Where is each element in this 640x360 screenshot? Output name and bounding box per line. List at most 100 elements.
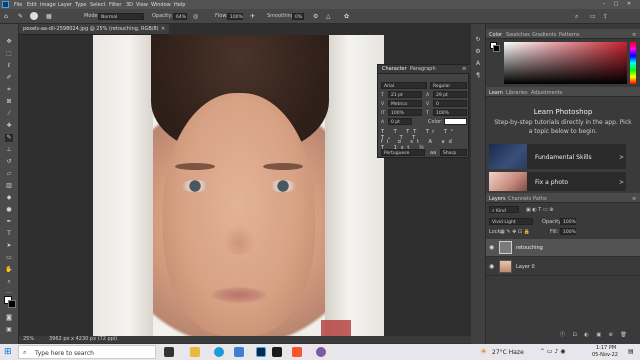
angle-icon[interactable]: △ bbox=[326, 13, 331, 20]
pen-tool-icon[interactable]: ✒ bbox=[5, 218, 13, 226]
workspace-icon[interactable]: ▭ bbox=[590, 13, 596, 20]
tab-swatches[interactable]: Swatches bbox=[506, 32, 530, 38]
menu-file[interactable]: File bbox=[14, 2, 22, 8]
language-select[interactable]: Portuguese bbox=[381, 149, 425, 156]
tab-patterns[interactable]: Patterns bbox=[559, 32, 580, 38]
home-icon[interactable]: ⌂ bbox=[4, 13, 8, 20]
background-swatch[interactable] bbox=[493, 45, 500, 52]
taskbar-search-box[interactable]: ⌕ Type here to search bbox=[18, 345, 156, 359]
baseline-shift-field[interactable]: 0 pt bbox=[388, 118, 412, 125]
tab-libraries[interactable]: Libraries bbox=[506, 90, 528, 96]
airbrush-icon[interactable]: ✈ bbox=[250, 13, 255, 20]
tab-close-icon[interactable]: ✕ bbox=[161, 27, 165, 32]
tab-color[interactable]: Color bbox=[489, 32, 502, 38]
menu-help[interactable]: Help bbox=[174, 2, 185, 8]
eyedropper-tool-icon[interactable]: ⁄ bbox=[5, 110, 13, 118]
blur-tool-icon[interactable]: ◆ bbox=[5, 194, 13, 202]
quick-select-tool-icon[interactable]: ✐ bbox=[5, 74, 13, 82]
close-icon[interactable]: ✕ bbox=[626, 1, 632, 7]
font-size-field[interactable]: 21 pt bbox=[388, 91, 422, 98]
brush-tool-icon[interactable]: ✎ bbox=[18, 13, 23, 20]
lock-icons[interactable]: ▦ ✎ ✥ ⊡ 🔒 bbox=[500, 230, 530, 235]
frame-tool-icon[interactable]: ⊠ bbox=[5, 98, 13, 106]
anti-alias-select[interactable]: Sharp bbox=[440, 149, 467, 156]
minimize-icon[interactable]: – bbox=[601, 1, 607, 7]
panel-menu-icon[interactable]: ≡ bbox=[632, 32, 636, 38]
tab-paths[interactable]: Paths bbox=[533, 196, 547, 202]
crop-tool-icon[interactable]: ⌗ bbox=[5, 86, 13, 94]
marquee-tool-icon[interactable]: ⬚ bbox=[5, 50, 13, 58]
healing-brush-tool-icon[interactable]: ✚ bbox=[5, 122, 13, 130]
horizontal-scale-field[interactable]: 100% bbox=[433, 109, 467, 116]
panel-menu-icon[interactable]: ≡ bbox=[632, 196, 636, 202]
quick-mask-icon[interactable]: ◙ bbox=[5, 314, 13, 322]
move-tool-icon[interactable]: ✥ bbox=[5, 38, 13, 46]
font-style-select[interactable]: Regular bbox=[430, 82, 467, 89]
tab-character[interactable]: Character bbox=[382, 67, 407, 72]
menu-image[interactable]: Image bbox=[40, 2, 56, 8]
visibility-eye-icon[interactable]: ◉ bbox=[489, 263, 494, 270]
notification-icon[interactable]: ▤ bbox=[628, 348, 634, 355]
menu-view[interactable]: View bbox=[136, 2, 148, 8]
brush-settings-icon[interactable]: ▦ bbox=[46, 13, 52, 20]
edge-icon[interactable] bbox=[214, 347, 224, 357]
pressure-opacity-icon[interactable]: ◎ bbox=[193, 13, 198, 20]
layers-footer-icons[interactable]: ⓕ ⊡ ◐ ▣ ⊕ 🗑 bbox=[560, 333, 630, 338]
brave-icon[interactable] bbox=[292, 347, 302, 357]
photo-canvas[interactable] bbox=[93, 35, 384, 336]
menu-edit[interactable]: Edit bbox=[27, 2, 37, 8]
document-tab[interactable]: pexels-aa-dil-2598024.jpg @ 25% (retouch… bbox=[19, 24, 169, 35]
zoom-level[interactable]: 25% bbox=[23, 337, 34, 342]
app-icon[interactable] bbox=[272, 347, 282, 357]
photoshop-taskbar-icon[interactable] bbox=[256, 347, 266, 357]
tab-layers[interactable]: Layers bbox=[489, 196, 506, 202]
opacity-field[interactable]: 64% bbox=[173, 13, 187, 20]
menu-type[interactable]: Type bbox=[75, 2, 86, 8]
clone-stamp-tool-icon[interactable]: ⊥ bbox=[5, 146, 13, 154]
menu-window[interactable]: Window bbox=[151, 2, 171, 8]
learn-card-fundamental-skills[interactable]: Fundamental Skills > bbox=[489, 144, 626, 169]
layer-row-retouching[interactable]: ◉ retouching bbox=[486, 239, 640, 257]
menu-3d[interactable]: 3D bbox=[126, 2, 133, 8]
kerning-field[interactable]: Metrics bbox=[388, 100, 422, 107]
eraser-tool-icon[interactable]: ▱ bbox=[5, 170, 13, 178]
brush-tool-icon[interactable]: ✎ bbox=[5, 134, 13, 142]
color-picker-field[interactable] bbox=[504, 42, 627, 84]
rectangle-tool-icon[interactable]: ▭ bbox=[5, 254, 13, 262]
task-view-icon[interactable] bbox=[164, 347, 174, 357]
share-icon[interactable]: ⇪ bbox=[603, 13, 608, 20]
character-panel-icon[interactable]: A bbox=[474, 60, 482, 68]
smoothing-field[interactable]: 0% bbox=[292, 13, 304, 20]
app-icon-2[interactable] bbox=[316, 347, 326, 357]
weather-icon[interactable]: ☀ bbox=[480, 347, 487, 356]
history-panel-icon[interactable]: ↻ bbox=[474, 36, 482, 44]
tab-channels[interactable]: Channels bbox=[508, 196, 531, 202]
zoom-tool-icon[interactable]: ⌕ bbox=[5, 278, 13, 286]
layer-opacity-field[interactable]: 100% bbox=[560, 218, 576, 225]
search-icon[interactable]: ⌕ bbox=[575, 13, 578, 21]
dodge-tool-icon[interactable]: ● bbox=[5, 206, 13, 214]
leading-field[interactable]: 29 pt bbox=[433, 91, 467, 98]
tab-learn[interactable]: Learn bbox=[489, 90, 503, 96]
maximize-icon[interactable]: □ bbox=[613, 1, 619, 7]
text-color-swatch[interactable] bbox=[444, 118, 467, 125]
flow-field[interactable]: 100% bbox=[227, 13, 243, 20]
tab-adjustments[interactable]: Adjustments bbox=[531, 90, 562, 96]
weather-text[interactable]: 27°C Haze bbox=[492, 349, 524, 356]
smoothing-options-icon[interactable]: ⚙ bbox=[313, 13, 318, 20]
properties-panel-icon[interactable]: ⚙ bbox=[474, 48, 482, 56]
tracking-field[interactable]: 0 bbox=[433, 100, 467, 107]
visibility-eye-icon[interactable]: ◉ bbox=[489, 244, 494, 251]
tab-gradients[interactable]: Gradients bbox=[532, 32, 556, 38]
fill-field[interactable]: 100% bbox=[560, 228, 576, 235]
store-icon[interactable] bbox=[234, 347, 244, 357]
layer-filter-icons[interactable]: ▣ ◐ T ▭ ⊕ bbox=[526, 208, 553, 213]
brush-preset-icon[interactable] bbox=[30, 12, 38, 20]
layer-filter-kind[interactable]: ⌕ Kind bbox=[489, 206, 519, 214]
screen-mode-icon[interactable]: ▣ bbox=[5, 326, 13, 334]
menu-layer[interactable]: Layer bbox=[58, 2, 72, 8]
gradient-tool-icon[interactable]: ▥ bbox=[5, 182, 13, 190]
windows-start-icon[interactable]: ⊞ bbox=[4, 347, 12, 357]
font-family-select[interactable]: Arial bbox=[381, 82, 427, 89]
background-color-swatch[interactable] bbox=[8, 300, 16, 308]
